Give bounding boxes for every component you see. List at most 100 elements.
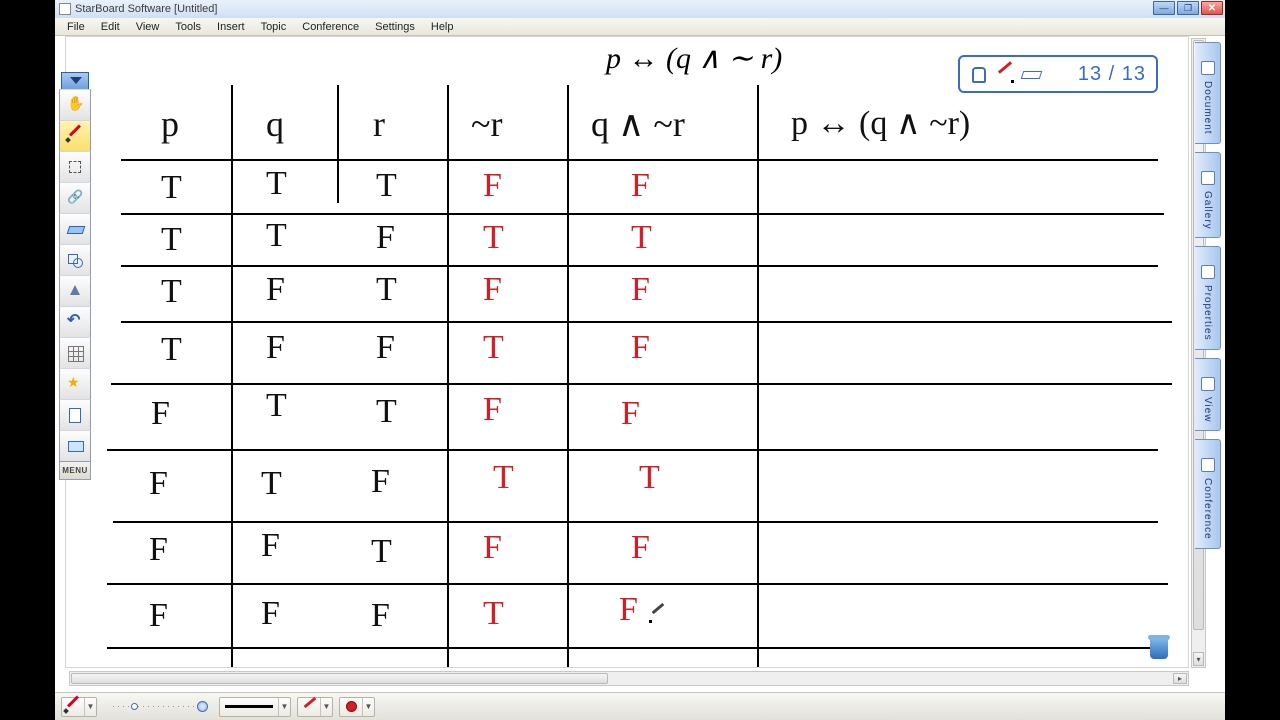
menu-conference[interactable]: Conference <box>294 20 367 34</box>
grid-icon <box>66 344 84 362</box>
close-button[interactable]: ✕ <box>1201 1 1223 15</box>
menu-topic[interactable]: Topic <box>253 20 295 34</box>
eraser-tool-button[interactable] <box>59 213 91 245</box>
cell-p-4: T <box>161 331 182 369</box>
page-icon <box>66 406 84 424</box>
select-icon <box>66 158 84 176</box>
cell-r-6: F <box>371 463 390 501</box>
menu-edit[interactable]: Edit <box>93 20 128 34</box>
shapes-tool-button[interactable] <box>59 244 91 276</box>
eraser-icon <box>66 220 84 238</box>
minimize-button[interactable]: — <box>1153 1 1175 15</box>
cell-q-8: F <box>261 595 280 633</box>
cell-p-6: F <box>149 465 168 503</box>
cell-p-5: F <box>151 395 170 433</box>
horizontal-scroll-thumb[interactable] <box>71 673 608 684</box>
sidetab-view-label: View <box>1202 397 1213 423</box>
cell-p-8: F <box>149 597 168 635</box>
gallery-icon <box>1201 171 1215 185</box>
sidetab-conference[interactable]: Conference <box>1195 439 1221 549</box>
favorite-tool-button[interactable] <box>59 368 91 400</box>
cell-p-7: F <box>149 531 168 569</box>
cell-r-8: F <box>371 597 390 635</box>
grid-tool-button[interactable] <box>59 337 91 369</box>
cell-r-7: T <box>371 533 392 571</box>
menu-settings[interactable]: Settings <box>367 20 423 34</box>
scroll-right-button[interactable]: ▸ <box>1173 673 1187 684</box>
pen-picker-dropdown[interactable]: ▼ <box>84 698 96 716</box>
color-picker-dropdown[interactable]: ▼ <box>362 698 374 716</box>
pointer-tool-button[interactable] <box>59 275 91 307</box>
bottom-toolbar: ▼ ▼ ▼ ▼ <box>55 692 1225 720</box>
pen-style-picker[interactable]: ▼ <box>297 697 333 717</box>
cell-r-4: F <box>376 329 395 367</box>
toolbar-collapse-button[interactable] <box>61 72 89 90</box>
sidetab-gallery[interactable]: Gallery <box>1195 152 1221 239</box>
select-tool-button[interactable] <box>59 151 91 183</box>
thickness-slider[interactable] <box>103 697 213 717</box>
sidetab-view[interactable]: View <box>1195 358 1221 432</box>
window-title: StarBoard Software [Untitled] <box>75 3 217 15</box>
cell-qnr-3: F <box>631 271 650 309</box>
app-icon <box>59 3 71 15</box>
cell-q-5: T <box>266 387 287 425</box>
cell-q-7: F <box>261 527 280 565</box>
pen-style-dropdown[interactable]: ▼ <box>320 698 332 716</box>
cell-nr-6: T <box>493 459 514 497</box>
pointer-icon <box>66 282 84 300</box>
conference-icon <box>1201 458 1215 472</box>
whiteboard-canvas[interactable]: p ↔ (q ∧ ∼ r) 13 / 13 <box>65 36 1189 668</box>
scroll-down-button[interactable]: ▾ <box>1193 652 1204 666</box>
board-container: MENU p ↔ (q ∧ ∼ r) 13 / 13 <box>55 36 1225 692</box>
pen-tool-button[interactable] <box>59 120 91 152</box>
page-tool-button[interactable] <box>59 399 91 431</box>
sidetab-properties[interactable]: Properties <box>1195 246 1221 350</box>
pen-icon <box>66 127 84 145</box>
cell-r-1: T <box>376 167 397 205</box>
cell-qnr-5: F <box>621 395 640 433</box>
cell-q-4: F <box>266 329 285 367</box>
cell-r-2: F <box>376 219 395 257</box>
hand-tool-button[interactable] <box>59 89 91 121</box>
indicator-hand-icon[interactable] <box>970 65 988 83</box>
right-side-tabs: Document Gallery Properties View Confere… <box>1195 42 1223 549</box>
undo-button[interactable] <box>59 306 91 338</box>
menu-tools[interactable]: Tools <box>167 20 209 34</box>
menu-help[interactable]: Help <box>423 20 462 34</box>
line-style-dropdown[interactable]: ▼ <box>278 698 290 716</box>
menu-file[interactable]: File <box>59 20 93 34</box>
menu-insert[interactable]: Insert <box>209 20 253 34</box>
header-qnr: q ∧ ~r <box>591 103 685 145</box>
cell-r-5: T <box>376 393 397 431</box>
page-count: 13 / 13 <box>1078 63 1146 86</box>
horizontal-scrollbar[interactable]: ▸ <box>69 671 1189 686</box>
document-icon <box>1201 61 1215 75</box>
color-swatch-icon <box>346 701 357 712</box>
link-tool-button[interactable] <box>59 182 91 214</box>
cell-q-2: T <box>266 217 287 255</box>
indicator-pen-icon[interactable] <box>996 65 1014 83</box>
cell-nr-3: F <box>483 271 502 309</box>
toolbar-menu-button[interactable]: MENU <box>59 462 91 480</box>
pen-picker[interactable]: ▼ <box>61 697 97 717</box>
indicator-eraser-icon[interactable] <box>1022 65 1040 83</box>
view-icon <box>1201 377 1215 391</box>
sidetab-document[interactable]: Document <box>1195 42 1221 144</box>
cell-nr-5: F <box>483 391 502 429</box>
cell-qnr-6: T <box>639 459 660 497</box>
slider-handle[interactable] <box>197 701 208 712</box>
titlebar: StarBoard Software [Untitled] — ❐ ✕ <box>55 0 1225 18</box>
line-style-picker[interactable]: ▼ <box>219 697 291 717</box>
cell-nr-8: T <box>483 595 504 633</box>
shapes-icon <box>66 251 84 269</box>
menubar: File Edit View Tools Insert Topic Confer… <box>55 18 1225 36</box>
menu-view[interactable]: View <box>128 20 168 34</box>
cell-qnr-1: F <box>631 167 650 205</box>
maximize-button[interactable]: ❐ <box>1177 1 1199 15</box>
color-picker[interactable]: ▼ <box>339 697 375 717</box>
pen-cursor-icon <box>649 605 667 623</box>
trash-button[interactable] <box>1148 635 1170 661</box>
cell-nr-7: F <box>483 529 502 567</box>
keyboard-tool-button[interactable] <box>59 430 91 462</box>
undo-icon <box>66 313 84 331</box>
